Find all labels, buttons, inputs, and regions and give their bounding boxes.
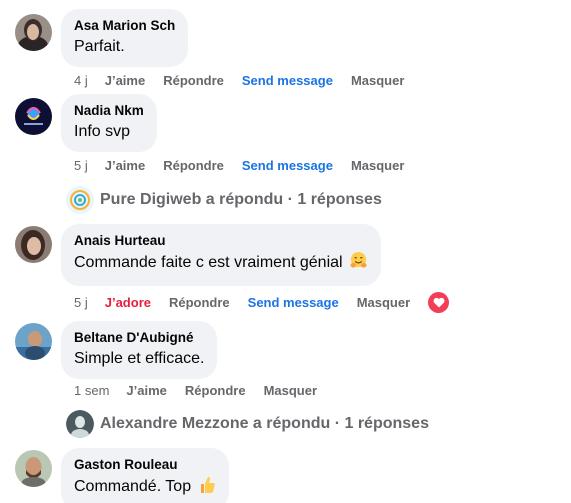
comment-bubble: Anais Hurteau Commande faite c est vraim… (61, 224, 382, 286)
comment-bubble: Nadia Nkm Info svp (61, 94, 157, 152)
comment-text: Info svp (74, 123, 131, 140)
comment-author[interactable]: Nadia Nkm (74, 102, 144, 119)
avatar[interactable] (15, 14, 52, 51)
comment-text: Commandé. Top (74, 475, 216, 501)
avatar[interactable] (15, 226, 52, 263)
like-button[interactable]: J’aime (105, 73, 145, 88)
hide-button[interactable]: Masquer (351, 158, 404, 173)
hide-button[interactable]: Masquer (357, 295, 410, 310)
reply-button[interactable]: Répondre (163, 158, 224, 173)
comment-text: Parfait. (74, 38, 125, 55)
view-replies-link[interactable]: Alexandre Mezzone a répondu · 1 réponses (66, 410, 429, 438)
comment-author[interactable]: Anais Hurteau (74, 232, 368, 249)
comment-bubble: Asa Marion Sch Parfait. (61, 9, 189, 67)
comment-time[interactable]: 4 j (74, 73, 88, 88)
avatar[interactable] (15, 450, 52, 487)
reply-author-avatar (66, 410, 94, 438)
hide-button[interactable]: Masquer (264, 383, 317, 398)
reply-button[interactable]: Répondre (163, 73, 224, 88)
comment-actions: 1 sem J’aime Répondre Masquer (74, 383, 335, 398)
send-message-button[interactable]: Send message (242, 73, 333, 88)
comment-text: Simple et efficace. (74, 350, 205, 367)
send-message-button[interactable]: Send message (248, 295, 339, 310)
send-message-button[interactable]: Send message (242, 158, 333, 173)
comment-time[interactable]: 5 j (74, 158, 88, 173)
comment-bubble: Beltane D'Aubigné Simple et efficace. (61, 321, 218, 379)
comment-time[interactable]: 5 j (74, 295, 88, 310)
comment-author[interactable]: Gaston Rouleau (74, 456, 216, 473)
comment-thread: Asa Marion Sch Parfait. 4 j J’aime Répon… (0, 0, 571, 503)
comment-actions: 5 j J’aime Répondre Send message Masquer (74, 158, 422, 173)
avatar[interactable] (15, 323, 52, 360)
reply-button[interactable]: Répondre (185, 383, 246, 398)
like-button[interactable]: J’aime (126, 383, 166, 398)
comment-author[interactable]: Asa Marion Sch (74, 17, 175, 34)
view-replies-link[interactable]: Pure Digiweb a répondu · 1 réponses (66, 186, 382, 214)
comment-time[interactable]: 1 sem (74, 383, 109, 398)
reply-author-avatar (66, 186, 94, 214)
hugging-face-icon (349, 251, 368, 277)
comment-text-content: Commande faite c est vraiment génial (74, 254, 343, 271)
comment-actions: 4 j J’aime Répondre Send message Masquer (74, 73, 422, 88)
replies-summary[interactable]: Alexandre Mezzone a répondu · 1 réponses (100, 415, 429, 433)
comment-text: Commande faite c est vraiment génial (74, 251, 368, 277)
comment-text-content: Commandé. Top (74, 478, 192, 495)
love-button[interactable]: J’adore (105, 295, 151, 310)
comment-actions: 5 j J’adore Répondre Send message Masque… (74, 292, 450, 313)
avatar[interactable] (15, 98, 52, 135)
like-button[interactable]: J’aime (105, 158, 145, 173)
comment-author[interactable]: Beltane D'Aubigné (74, 329, 204, 346)
hide-button[interactable]: Masquer (351, 73, 404, 88)
comment-bubble: Gaston Rouleau Commandé. Top (61, 448, 229, 503)
love-heart-icon[interactable] (428, 292, 450, 313)
thumbs-up-icon (198, 475, 216, 501)
reply-button[interactable]: Répondre (169, 295, 230, 310)
replies-summary[interactable]: Pure Digiweb a répondu · 1 réponses (100, 191, 382, 209)
